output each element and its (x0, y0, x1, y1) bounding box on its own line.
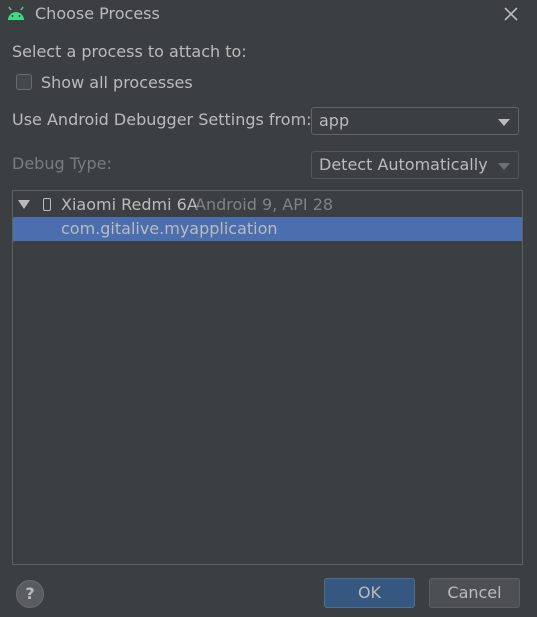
window-title: Choose Process (35, 4, 160, 23)
chevron-down-icon (498, 163, 510, 170)
chevron-down-icon (498, 119, 510, 126)
device-name: Xiaomi Redmi 6A (61, 195, 198, 214)
debug-type-value: Detect Automatically (319, 155, 488, 174)
show-all-label[interactable]: Show all processes (41, 73, 193, 92)
phone-icon (43, 198, 51, 211)
debug-type-select[interactable]: Detect Automatically (311, 151, 519, 179)
prompt-label: Select a process to attach to: (12, 42, 247, 61)
debugger-settings-select[interactable]: app (311, 107, 519, 135)
debug-type-label: Debug Type: (12, 154, 112, 173)
expand-arrow-icon[interactable] (18, 200, 30, 209)
device-row[interactable]: Xiaomi Redmi 6A Android 9, API 28 (13, 193, 522, 217)
process-name: com.gitalive.myapplication (61, 219, 278, 238)
debugger-settings-label: Use Android Debugger Settings from: (12, 110, 312, 129)
close-icon[interactable] (501, 4, 521, 24)
cancel-button[interactable]: Cancel (429, 578, 520, 608)
android-icon (8, 6, 24, 20)
process-row[interactable]: com.gitalive.myapplication (13, 217, 522, 241)
debugger-settings-value: app (319, 111, 350, 130)
process-tree[interactable]: Xiaomi Redmi 6A Android 9, API 28 com.gi… (12, 190, 523, 565)
title-bar: Choose Process (0, 0, 537, 30)
ok-button[interactable]: OK (324, 578, 415, 608)
help-button[interactable]: ? (16, 580, 44, 608)
show-all-checkbox[interactable] (16, 74, 32, 90)
device-info: Android 9, API 28 (195, 195, 334, 214)
